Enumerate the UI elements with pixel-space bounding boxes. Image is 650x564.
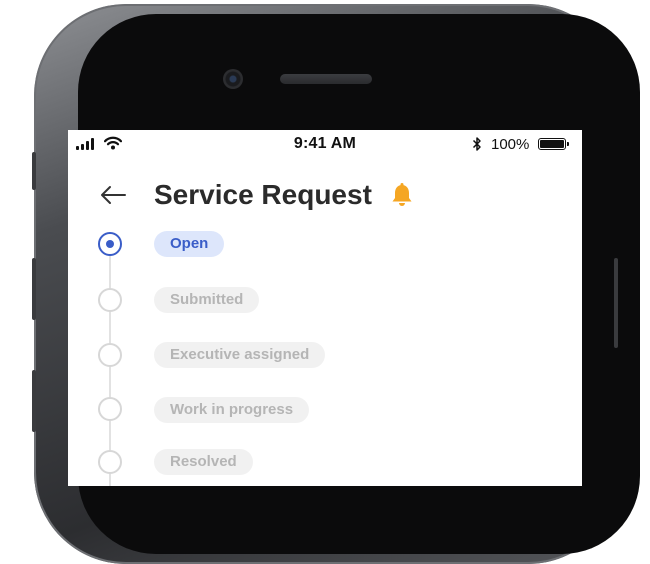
battery-percentage: 100%	[491, 136, 530, 153]
step-indicator-submitted	[98, 288, 122, 312]
page-title: Service Request	[154, 179, 372, 210]
arrow-left-icon[interactable]	[98, 180, 128, 210]
status-pill-submitted[interactable]: Submitted	[154, 287, 260, 313]
status-bar: 9:41 AM 100%	[68, 130, 582, 158]
status-pill-open[interactable]: Open	[154, 231, 225, 257]
phone-mute-switch	[32, 152, 36, 190]
status-pill-resolved[interactable]: Resolved	[154, 449, 253, 475]
step-indicator-work-in-progress	[98, 397, 122, 421]
phone-volume-down	[32, 370, 36, 432]
step-indicator-resolved	[98, 450, 122, 474]
status-pill-work-in-progress[interactable]: Work in progress	[154, 397, 310, 423]
phone-screen: 9:41 AM 100% Service Request Open Submit…	[68, 130, 582, 486]
battery-icon	[538, 138, 569, 150]
bell-icon[interactable]	[390, 182, 414, 208]
earpiece-speaker	[280, 74, 372, 84]
bluetooth-icon	[472, 137, 481, 151]
step-indicator-executive-assigned	[98, 343, 122, 367]
phone-volume-up	[32, 258, 36, 320]
front-camera	[223, 69, 243, 89]
step-indicator-open	[98, 232, 122, 256]
phone-power-button	[614, 258, 618, 348]
status-pill-executive-assigned[interactable]: Executive assigned	[154, 342, 326, 368]
